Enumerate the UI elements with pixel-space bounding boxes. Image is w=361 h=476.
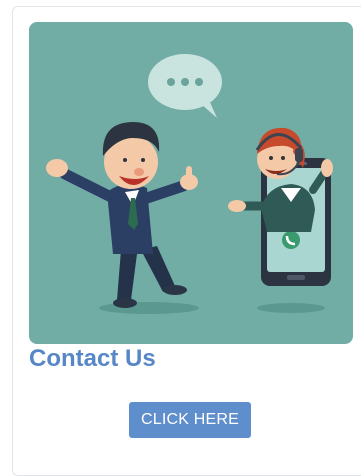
contact-card: Contact Us CLICK HERE: [12, 6, 361, 476]
contact-illustration: [29, 22, 353, 344]
page-title: Contact Us: [29, 345, 156, 372]
click-here-button[interactable]: CLICK HERE: [129, 402, 251, 438]
contact-support-illustration-icon: [46, 54, 333, 314]
